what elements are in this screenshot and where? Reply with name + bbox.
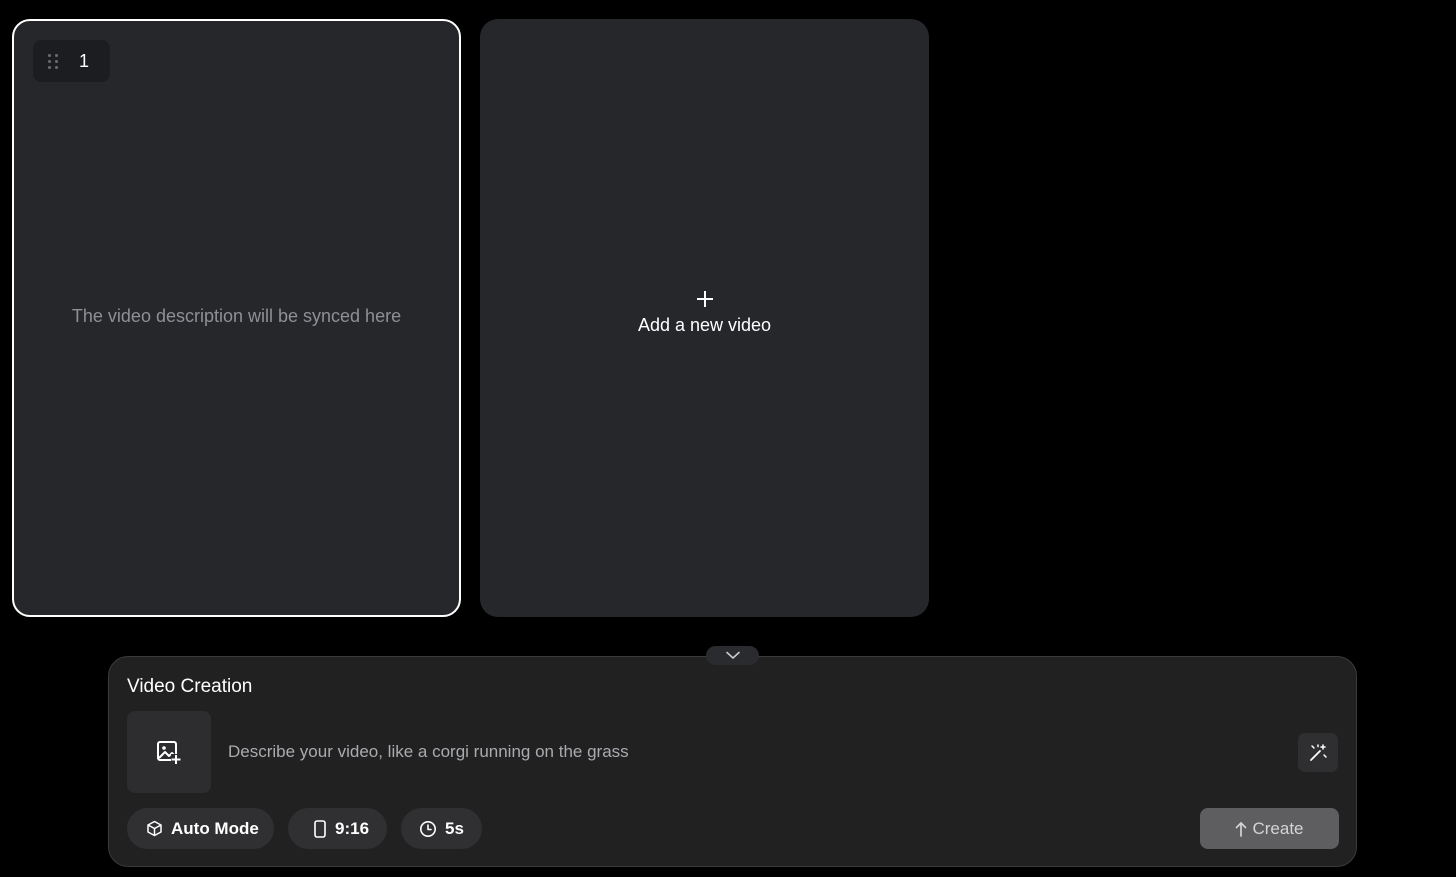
drag-handle-icon[interactable] [48, 53, 58, 69]
upload-image-button[interactable] [127, 711, 211, 793]
video-card-1[interactable]: 1 The video description will be synced h… [12, 19, 461, 617]
add-video-content: Add a new video [480, 291, 929, 336]
video-creation-panel: Video Creation Describe your video, like… [108, 656, 1357, 867]
phone-icon [313, 819, 327, 838]
arrow-up-icon [1235, 821, 1247, 837]
panel-title: Video Creation [127, 676, 253, 697]
card-badge: 1 [33, 40, 110, 82]
video-prompt-input[interactable] [228, 737, 1268, 767]
video-editor: 1 The video description will be synced h… [0, 0, 1456, 877]
cube-icon [146, 820, 163, 837]
add-video-card[interactable]: Add a new video [480, 19, 929, 617]
add-video-label: Add a new video [637, 315, 772, 335]
create-label: Create [1252, 818, 1304, 838]
duration-label: 5s [445, 818, 464, 838]
mode-label: Auto Mode [171, 818, 259, 838]
aspect-ratio-label: 9:16 [335, 818, 370, 838]
collapse-panel-button[interactable] [706, 646, 759, 665]
card-index: 1 [79, 50, 90, 71]
enhance-prompt-button[interactable] [1298, 733, 1338, 772]
create-button[interactable]: Create [1200, 808, 1339, 849]
magic-wand-icon [1310, 743, 1327, 761]
duration-selector[interactable]: 5s [401, 808, 482, 849]
plus-icon [696, 291, 713, 307]
chevron-down-icon [725, 651, 740, 659]
mode-selector[interactable]: Auto Mode [127, 808, 274, 849]
aspect-ratio-selector[interactable]: 9:16 [288, 808, 387, 849]
card-description-placeholder: The video description will be synced her… [71, 306, 402, 326]
image-add-icon [157, 741, 181, 764]
clock-icon [419, 820, 437, 838]
